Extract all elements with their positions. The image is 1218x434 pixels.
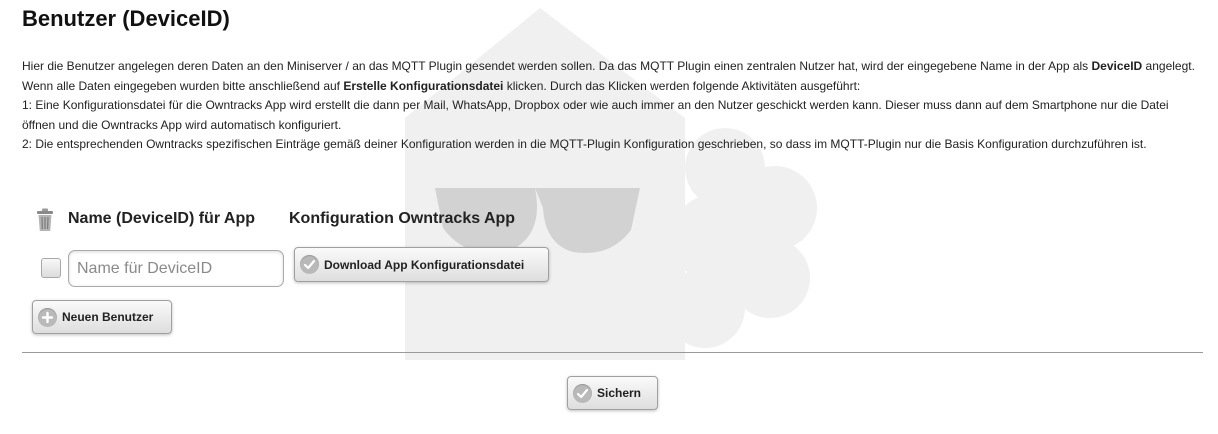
delete-user-checkbox[interactable] <box>41 258 61 278</box>
save-label: Sichern <box>597 386 642 400</box>
check-circle-icon <box>300 255 319 274</box>
intro-line-1: Hier die Benutzer angelegen deren Daten … <box>22 59 1195 73</box>
intro-line-2: Wenn alle Daten eingegeben wurden bitte … <box>22 78 861 93</box>
page-title: Benutzer (DeviceID) <box>22 6 230 31</box>
check-circle-icon <box>573 383 592 403</box>
intro-text: Hier die Benutzer angelegen deren Daten … <box>22 57 1200 155</box>
plus-circle-icon <box>38 307 57 327</box>
save-button[interactable]: Sichern <box>567 376 658 410</box>
intro-line-4: 2: Die entsprechenden Owntracks spezifis… <box>22 137 1147 152</box>
download-config-button[interactable]: Download App Konfigurationsdatei <box>294 247 549 282</box>
column-header-name: Name (DeviceID) für App <box>68 210 255 227</box>
download-config-label: Download App Konfigurationsdatei <box>324 257 525 272</box>
intro-line-3: 1: Eine Konfigurationsdatei für die Ownt… <box>22 98 1169 132</box>
column-header-config: Konfiguration Owntracks App <box>289 210 516 227</box>
section-divider <box>22 352 1203 353</box>
add-user-button[interactable]: Neuen Benutzer <box>32 300 172 334</box>
trash-icon <box>37 208 53 231</box>
add-user-label: Neuen Benutzer <box>62 310 154 324</box>
device-id-input[interactable] <box>68 250 284 287</box>
